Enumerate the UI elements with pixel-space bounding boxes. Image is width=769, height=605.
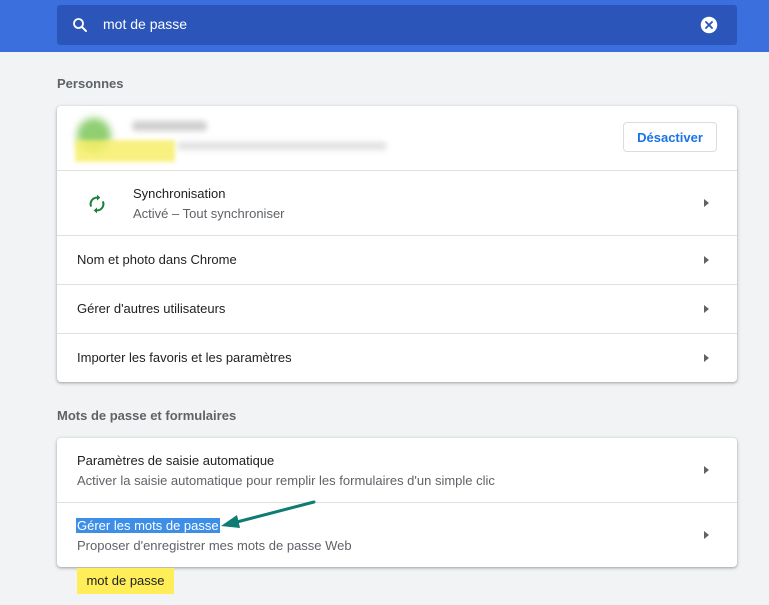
- chevron-right-icon: [704, 354, 709, 362]
- sync-status: Activé – Tout synchroniser: [133, 206, 285, 221]
- clear-search-icon[interactable]: [700, 16, 718, 34]
- profile-name-redacted: [132, 121, 207, 131]
- autofill-description: Activer la saisie automatique pour rempl…: [77, 473, 495, 488]
- autofill-row[interactable]: Paramètres de saisie automatique Activer…: [57, 438, 737, 502]
- profile-email-redacted: [177, 142, 387, 150]
- chevron-right-icon: [704, 256, 709, 264]
- settings-header: mot de passe: [0, 0, 769, 52]
- search-input[interactable]: mot de passe: [103, 16, 187, 32]
- search-icon: [73, 18, 87, 32]
- people-card: Désactiver Synchronisation Activé – Tout…: [57, 106, 737, 382]
- manage-passwords-description: Proposer d'enregistrer mes mots de passe…: [77, 538, 352, 553]
- autofill-label: Paramètres de saisie automatique: [77, 453, 275, 468]
- chevron-right-icon: [704, 531, 709, 539]
- manage-users-row[interactable]: Gérer d'autres utilisateurs: [57, 284, 737, 333]
- sync-row[interactable]: Synchronisation Activé – Tout synchronis…: [57, 170, 737, 235]
- import-row[interactable]: Importer les favoris et les paramètres: [57, 333, 737, 382]
- sync-icon: [89, 194, 105, 214]
- disable-sync-button[interactable]: Désactiver: [623, 122, 717, 152]
- manage-passwords-label: Gérer les mots de passe: [76, 518, 220, 533]
- annotation-arrow-icon: [221, 500, 316, 528]
- search-match-tooltip: mot de passe: [77, 568, 174, 594]
- section-title-passwords: Mots de passe et formulaires: [57, 408, 237, 423]
- profile-search-highlight: [75, 140, 175, 162]
- manage-users-label: Gérer d'autres utilisateurs: [77, 301, 226, 316]
- manage-passwords-row[interactable]: Gérer les mots de passe Proposer d'enreg…: [57, 502, 737, 567]
- sync-label: Synchronisation: [133, 186, 226, 201]
- section-title-people: Personnes: [57, 76, 124, 91]
- name-photo-label: Nom et photo dans Chrome: [77, 252, 237, 267]
- chevron-right-icon: [704, 305, 709, 313]
- passwords-card: Paramètres de saisie automatique Activer…: [57, 438, 737, 567]
- chevron-right-icon: [704, 466, 709, 474]
- import-label: Importer les favoris et les paramètres: [77, 350, 292, 365]
- sidebar-item-name-photo[interactable]: Nom et photo dans Chrome: [57, 235, 737, 284]
- settings-search-box[interactable]: mot de passe: [57, 5, 737, 45]
- profile-row: Désactiver: [57, 106, 737, 170]
- chevron-right-icon: [704, 199, 709, 207]
